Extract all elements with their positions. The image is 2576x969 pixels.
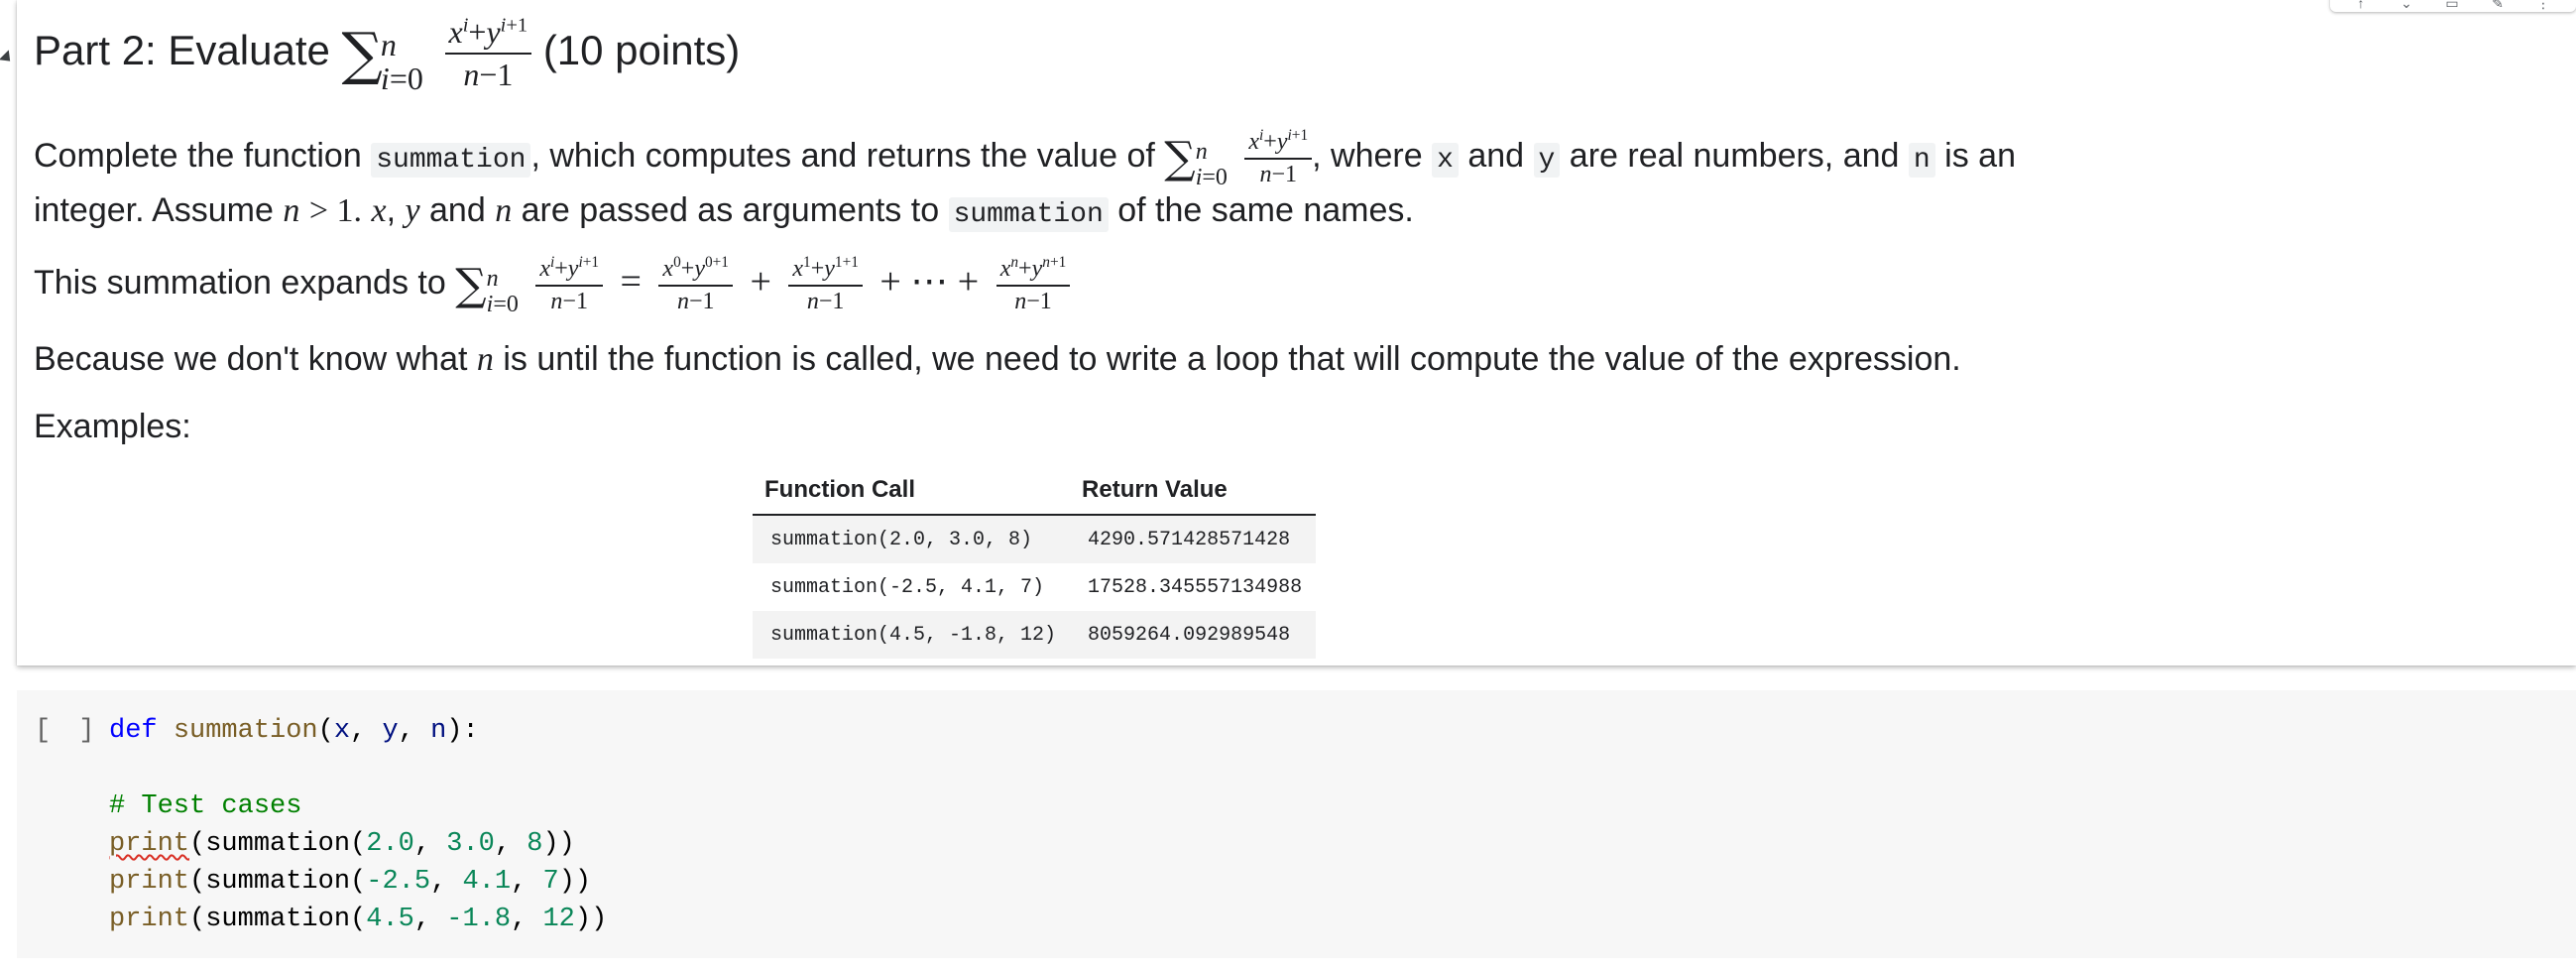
- code-line[interactable]: print(summation(4.5, -1.8, 12)): [109, 905, 607, 934]
- code-line[interactable]: print(summation(2.0, 3.0, 8)): [109, 829, 575, 859]
- paragraph-4: Because we don't know what n is until th…: [34, 340, 1961, 378]
- table-row: summation(2.0, 3.0, 8) 4290.571428571428: [753, 515, 1317, 563]
- sum-expression: ∑ni=0: [1164, 132, 1228, 190]
- fraction: xi+yi+1 n−1: [444, 14, 532, 93]
- edit-icon[interactable]: ✎: [2487, 0, 2509, 10]
- paragraph-1: Complete the function summation, which c…: [34, 127, 2016, 190]
- return-value-cell: 4290.571428571428: [1070, 515, 1317, 563]
- fraction: xi+yi+1 n−1: [1244, 127, 1313, 188]
- code-line[interactable]: def summation(x, y, n):: [109, 716, 479, 746]
- examples-table: Function Call Return Value summation(2.0…: [753, 464, 1317, 659]
- inline-code: summation: [371, 142, 531, 178]
- header-return-value: Return Value: [1070, 464, 1317, 516]
- return-value-cell: 8059264.092989548: [1070, 611, 1317, 659]
- more-icon[interactable]: ⋮: [2532, 0, 2554, 10]
- examples-label: Examples:: [34, 408, 191, 445]
- link-icon[interactable]: ▭: [2441, 0, 2463, 10]
- table-header-row: Function Call Return Value: [753, 464, 1317, 516]
- function-call-cell: summation(-2.5, 4.1, 7): [770, 575, 1045, 599]
- paragraph-2: integer. Assume n > 1. x, y and n are pa…: [34, 191, 1414, 232]
- section-heading: Part 2: Evaluate ∑ni=0 xi+yi+1 n−1 (10 p…: [34, 14, 741, 96]
- run-cell-button[interactable]: [ ]: [35, 716, 101, 746]
- markdown-cell[interactable]: ↑ ⌄ ▭ ✎ ⋮ Part 2: Evaluate ∑ni=0 xi+yi+1…: [17, 0, 2576, 666]
- header-function-call: Function Call: [753, 464, 1071, 516]
- function-call-cell: summation(4.5, -1.8, 12): [753, 611, 1071, 659]
- code-line[interactable]: # Test cases: [109, 791, 301, 821]
- cell-toolbar: ↑ ⌄ ▭ ✎ ⋮: [2330, 0, 2576, 12]
- table-row: summation(4.5, -1.8, 12) 8059264.0929895…: [753, 611, 1317, 659]
- table-row: summation(-2.5, 4.1, 7) 17528.3455571349…: [753, 563, 1316, 611]
- sum-expression: ∑ni=0: [341, 20, 423, 96]
- code-line[interactable]: print(summation(-2.5, 4.1, 7)): [109, 867, 591, 897]
- function-call-cell: summation(2.0, 3.0, 8): [753, 515, 1071, 563]
- move-down-icon[interactable]: ⌄: [2396, 0, 2417, 10]
- collapse-caret-icon[interactable]: [0, 50, 16, 66]
- return-value-cell: 17528.345557134988: [1088, 575, 1303, 599]
- move-up-icon[interactable]: ↑: [2350, 0, 2372, 10]
- paragraph-3: This summation expands to ∑ni=0 xi+yi+1 …: [34, 254, 2017, 317]
